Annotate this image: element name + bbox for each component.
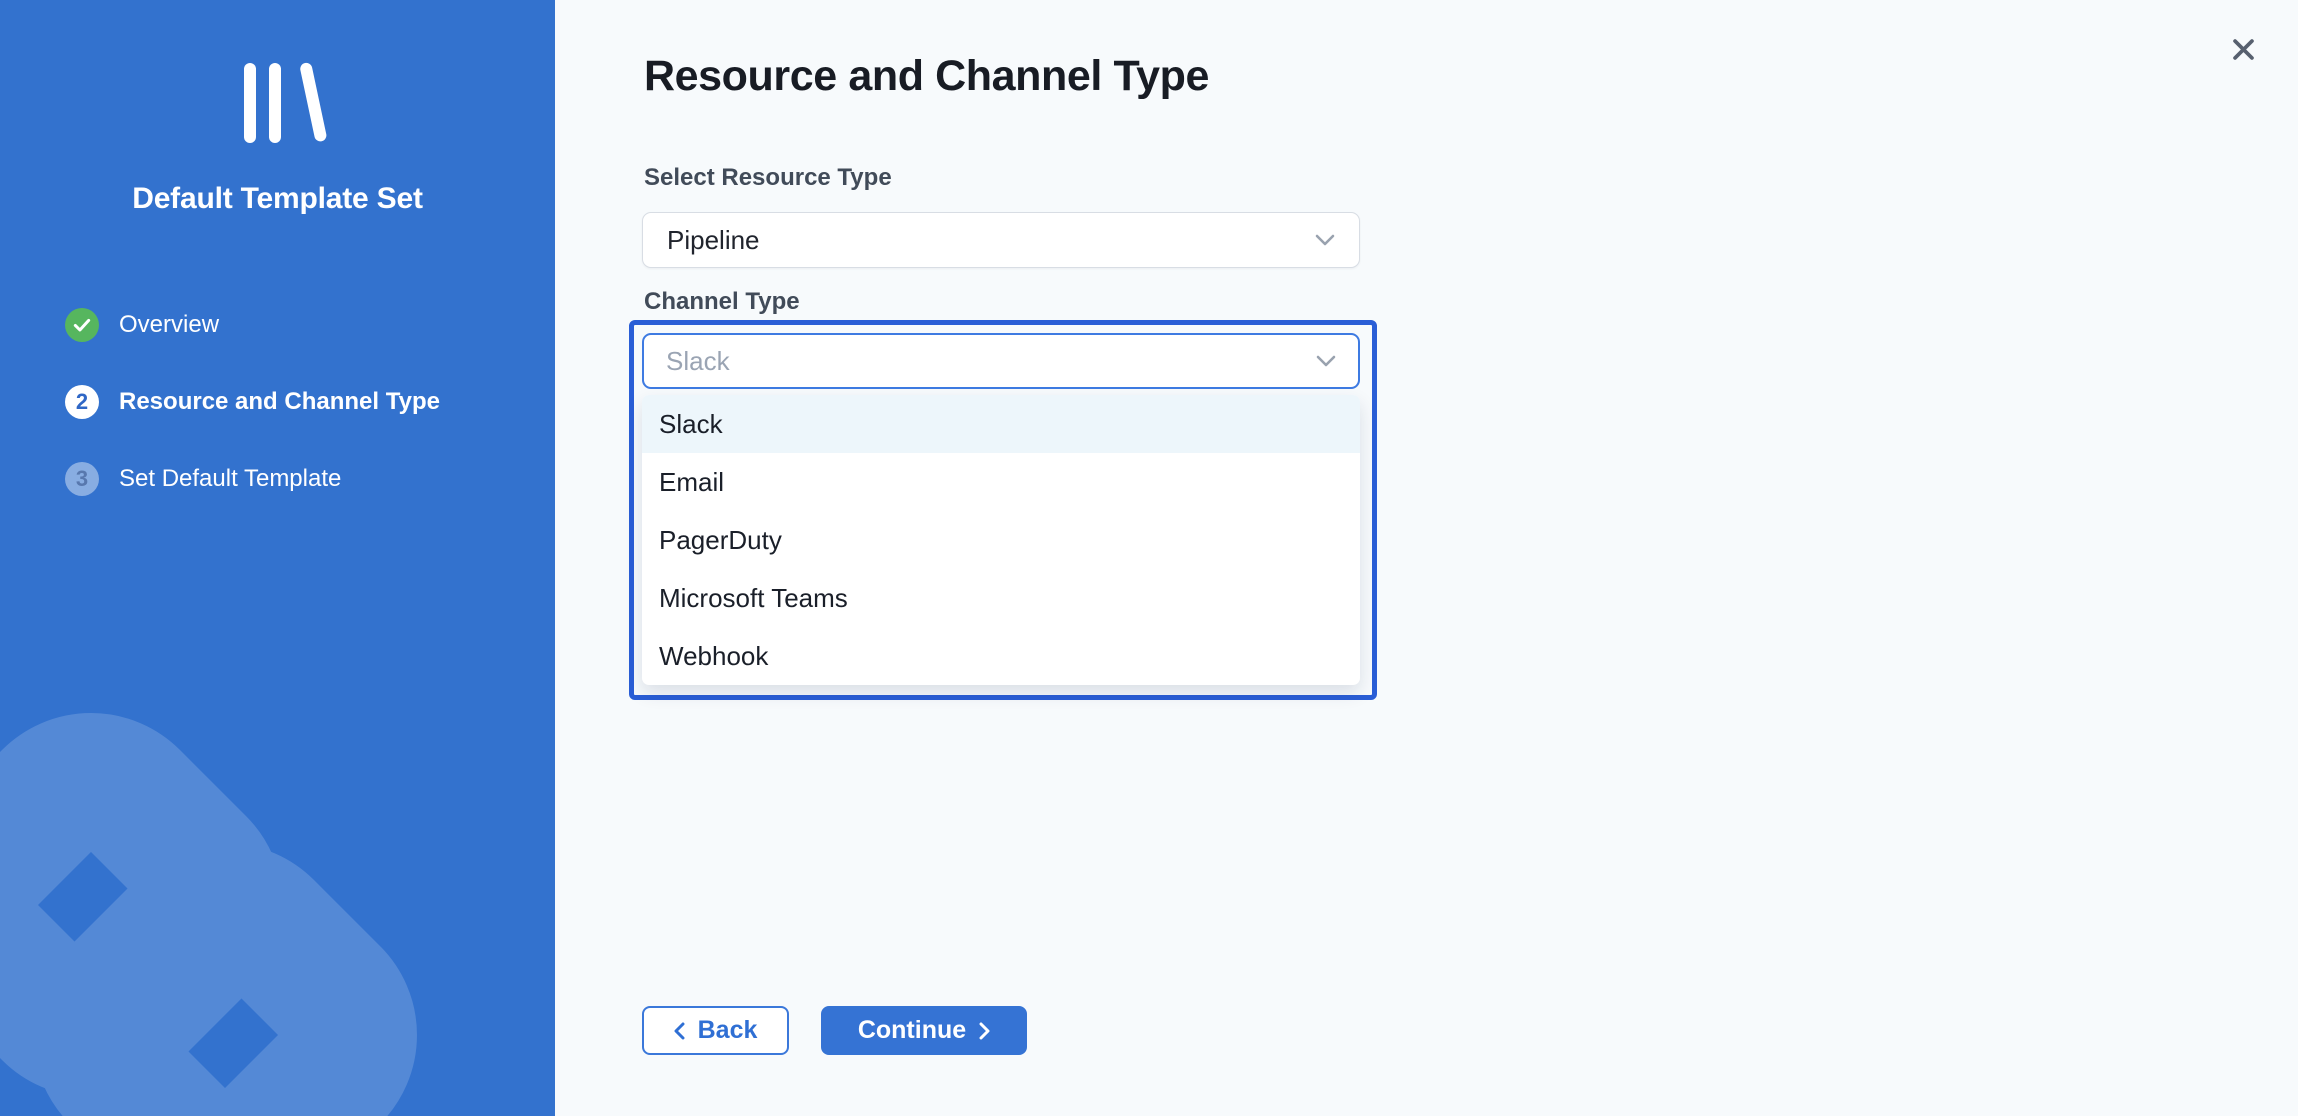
step-set-default-template[interactable]: 3 Set Default Template	[65, 462, 440, 496]
step-label: Set Default Template	[119, 465, 341, 493]
option-label: Slack	[659, 409, 723, 440]
resource-type-label: Select Resource Type	[644, 164, 892, 192]
step-label: Overview	[119, 311, 219, 339]
page-title: Resource and Channel Type	[644, 52, 1209, 101]
wizard-sidebar: Default Template Set Overview 2 Resource…	[0, 0, 555, 1116]
wizard-title: Default Template Set	[0, 182, 555, 216]
channel-type-option[interactable]: Webhook	[642, 627, 1360, 685]
chevron-down-icon	[1315, 234, 1335, 246]
app-logo	[0, 63, 555, 147]
close-button[interactable]	[2220, 26, 2266, 72]
wizard-steps: Overview 2 Resource and Channel Type 3 S…	[65, 308, 440, 539]
chevron-left-icon	[674, 1022, 685, 1040]
wizard-modal: Default Template Set Overview 2 Resource…	[0, 0, 2298, 1116]
step-label: Resource and Channel Type	[119, 388, 440, 416]
step-resource-and-channel-type[interactable]: 2 Resource and Channel Type	[65, 385, 440, 419]
check-icon	[72, 315, 92, 335]
channel-type-menu: Slack Email PagerDuty Microsoft Teams We…	[642, 395, 1360, 685]
logo-bar	[269, 63, 281, 143]
logo-bar-slanted	[299, 62, 327, 143]
chevron-right-icon	[979, 1022, 990, 1040]
close-icon	[2230, 36, 2257, 63]
channel-type-label: Channel Type	[644, 288, 800, 316]
sidebar-watermark-pattern	[0, 596, 555, 1116]
chevron-down-icon	[1316, 355, 1336, 367]
channel-type-focus-ring: Slack Slack Email PagerDuty Mi	[629, 320, 1377, 700]
option-label: Webhook	[659, 641, 768, 672]
back-button-label: Back	[698, 1016, 758, 1045]
resource-type-select[interactable]: Pipeline	[642, 212, 1360, 268]
channel-type-option[interactable]: Slack	[642, 395, 1360, 453]
channel-type-option[interactable]: Email	[642, 453, 1360, 511]
continue-button-label: Continue	[858, 1016, 966, 1045]
back-button[interactable]: Back	[642, 1006, 789, 1055]
continue-button[interactable]: Continue	[821, 1006, 1027, 1055]
step-complete-badge	[65, 308, 99, 342]
step-number-badge: 2	[65, 385, 99, 419]
channel-type-placeholder: Slack	[666, 346, 730, 377]
option-label: Email	[659, 467, 724, 498]
resource-type-selected-value: Pipeline	[667, 225, 760, 256]
logo-bar	[244, 63, 256, 143]
channel-type-select[interactable]: Slack	[642, 333, 1360, 389]
step-number-badge: 3	[65, 462, 99, 496]
step-overview[interactable]: Overview	[65, 308, 440, 342]
channel-type-option[interactable]: PagerDuty	[642, 511, 1360, 569]
option-label: Microsoft Teams	[659, 583, 848, 614]
option-label: PagerDuty	[659, 525, 782, 556]
wizard-actions: Back Continue	[642, 1006, 1027, 1055]
channel-type-option[interactable]: Microsoft Teams	[642, 569, 1360, 627]
